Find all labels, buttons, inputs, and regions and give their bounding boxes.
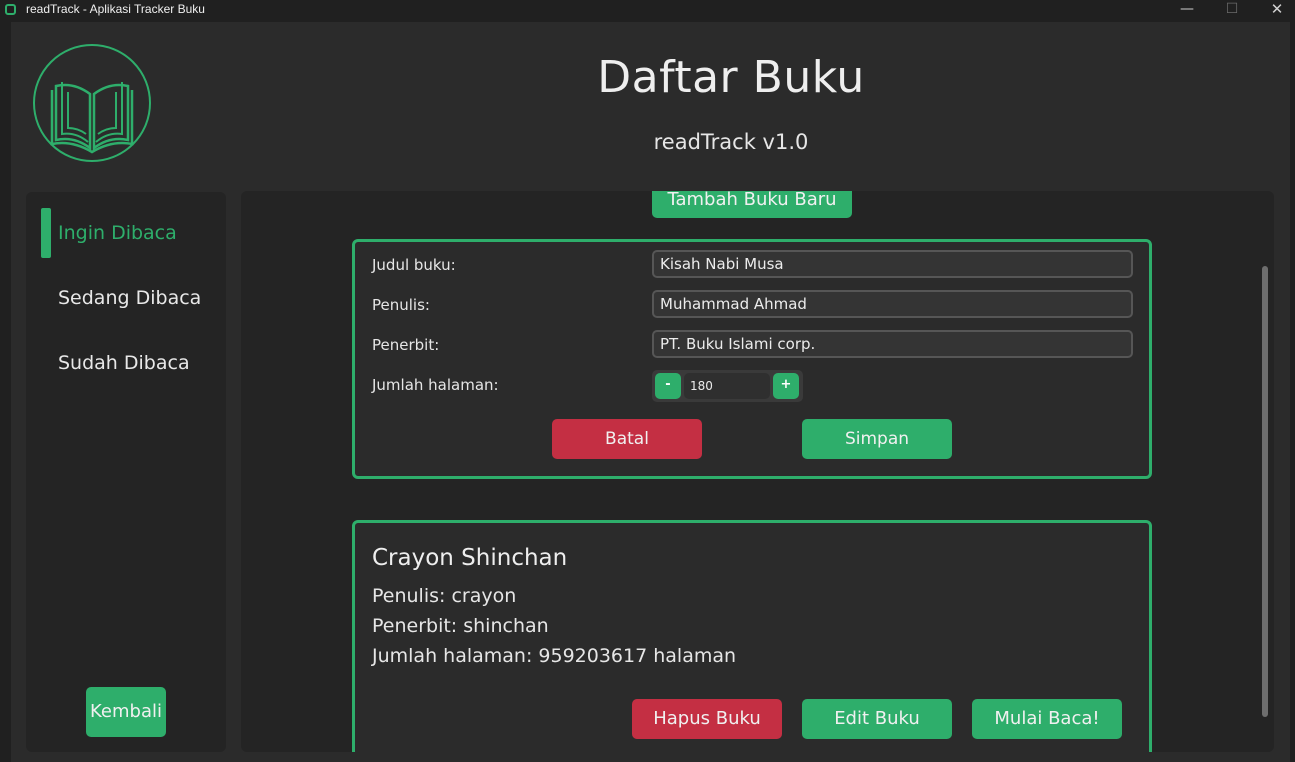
add-book-form: Judul buku: Kisah Nabi Musa Penulis: Muh… — [352, 239, 1152, 479]
open-book-icon — [33, 44, 151, 162]
app-version: readTrack v1.0 — [653, 130, 809, 154]
sidebar-item-label: Sudah Dibaca — [58, 352, 190, 374]
book-author: Penulis: crayon — [372, 585, 517, 607]
minimize-button[interactable]: — — [1164, 0, 1210, 20]
sidebar-item-sedang-dibaca[interactable]: Sedang Dibaca — [26, 273, 226, 323]
publisher-label: Penerbit: — [372, 336, 440, 354]
publisher-field[interactable]: PT. Buku Islami corp. — [652, 330, 1133, 358]
sidebar-item-ingin-dibaca[interactable]: Ingin Dibaca — [26, 208, 226, 258]
pages-input[interactable]: 180 — [684, 373, 770, 399]
window-title: readTrack - Aplikasi Tracker Buku — [26, 2, 205, 16]
start-reading-button[interactable]: Mulai Baca! — [972, 699, 1122, 739]
title-label: Judul buku: — [372, 256, 456, 274]
add-book-button[interactable]: Tambah Buku Baru — [652, 191, 852, 218]
back-button[interactable]: Kembali — [86, 687, 166, 737]
pages-stepper: - 180 + — [652, 370, 803, 402]
sidebar-item-label: Sedang Dibaca — [58, 287, 202, 309]
app-window: Daftar Buku readTrack v1.0 Ingin Dibaca … — [11, 22, 1290, 762]
active-indicator — [41, 208, 51, 258]
sidebar: Ingin Dibaca Sedang Dibaca Sudah Dibaca … — [26, 192, 226, 752]
book-card: Crayon Shinchan Penulis: crayon Penerbit… — [352, 520, 1152, 752]
delete-book-button[interactable]: Hapus Buku — [632, 699, 782, 739]
author-label: Penulis: — [372, 296, 430, 314]
close-button[interactable]: ✕ — [1254, 0, 1295, 20]
page-title: Daftar Buku — [597, 52, 865, 103]
pages-label: Jumlah halaman: — [372, 376, 499, 394]
book-list-panel: Tambah Buku Baru Judul buku: Kisah Nabi … — [241, 191, 1274, 752]
cancel-button[interactable]: Batal — [552, 419, 702, 459]
save-button[interactable]: Simpan — [802, 419, 952, 459]
increment-button[interactable]: + — [773, 373, 799, 399]
author-field[interactable]: Muhammad Ahmad — [652, 290, 1133, 318]
sidebar-item-sudah-dibaca[interactable]: Sudah Dibaca — [26, 338, 226, 388]
maximize-button[interactable]: ☐ — [1209, 0, 1255, 20]
app-icon — [5, 4, 16, 15]
book-publisher: Penerbit: shinchan — [372, 615, 549, 637]
book-pages: Jumlah halaman: 959203617 halaman — [372, 645, 737, 667]
book-title: Crayon Shinchan — [372, 545, 568, 571]
sidebar-item-label: Ingin Dibaca — [58, 222, 177, 244]
scrollbar[interactable] — [1262, 266, 1268, 717]
title-bar: readTrack - Aplikasi Tracker Buku — ☐ ✕ — [0, 0, 1295, 20]
decrement-button[interactable]: - — [655, 373, 681, 399]
edit-book-button[interactable]: Edit Buku — [802, 699, 952, 739]
title-field[interactable]: Kisah Nabi Musa — [652, 250, 1133, 278]
